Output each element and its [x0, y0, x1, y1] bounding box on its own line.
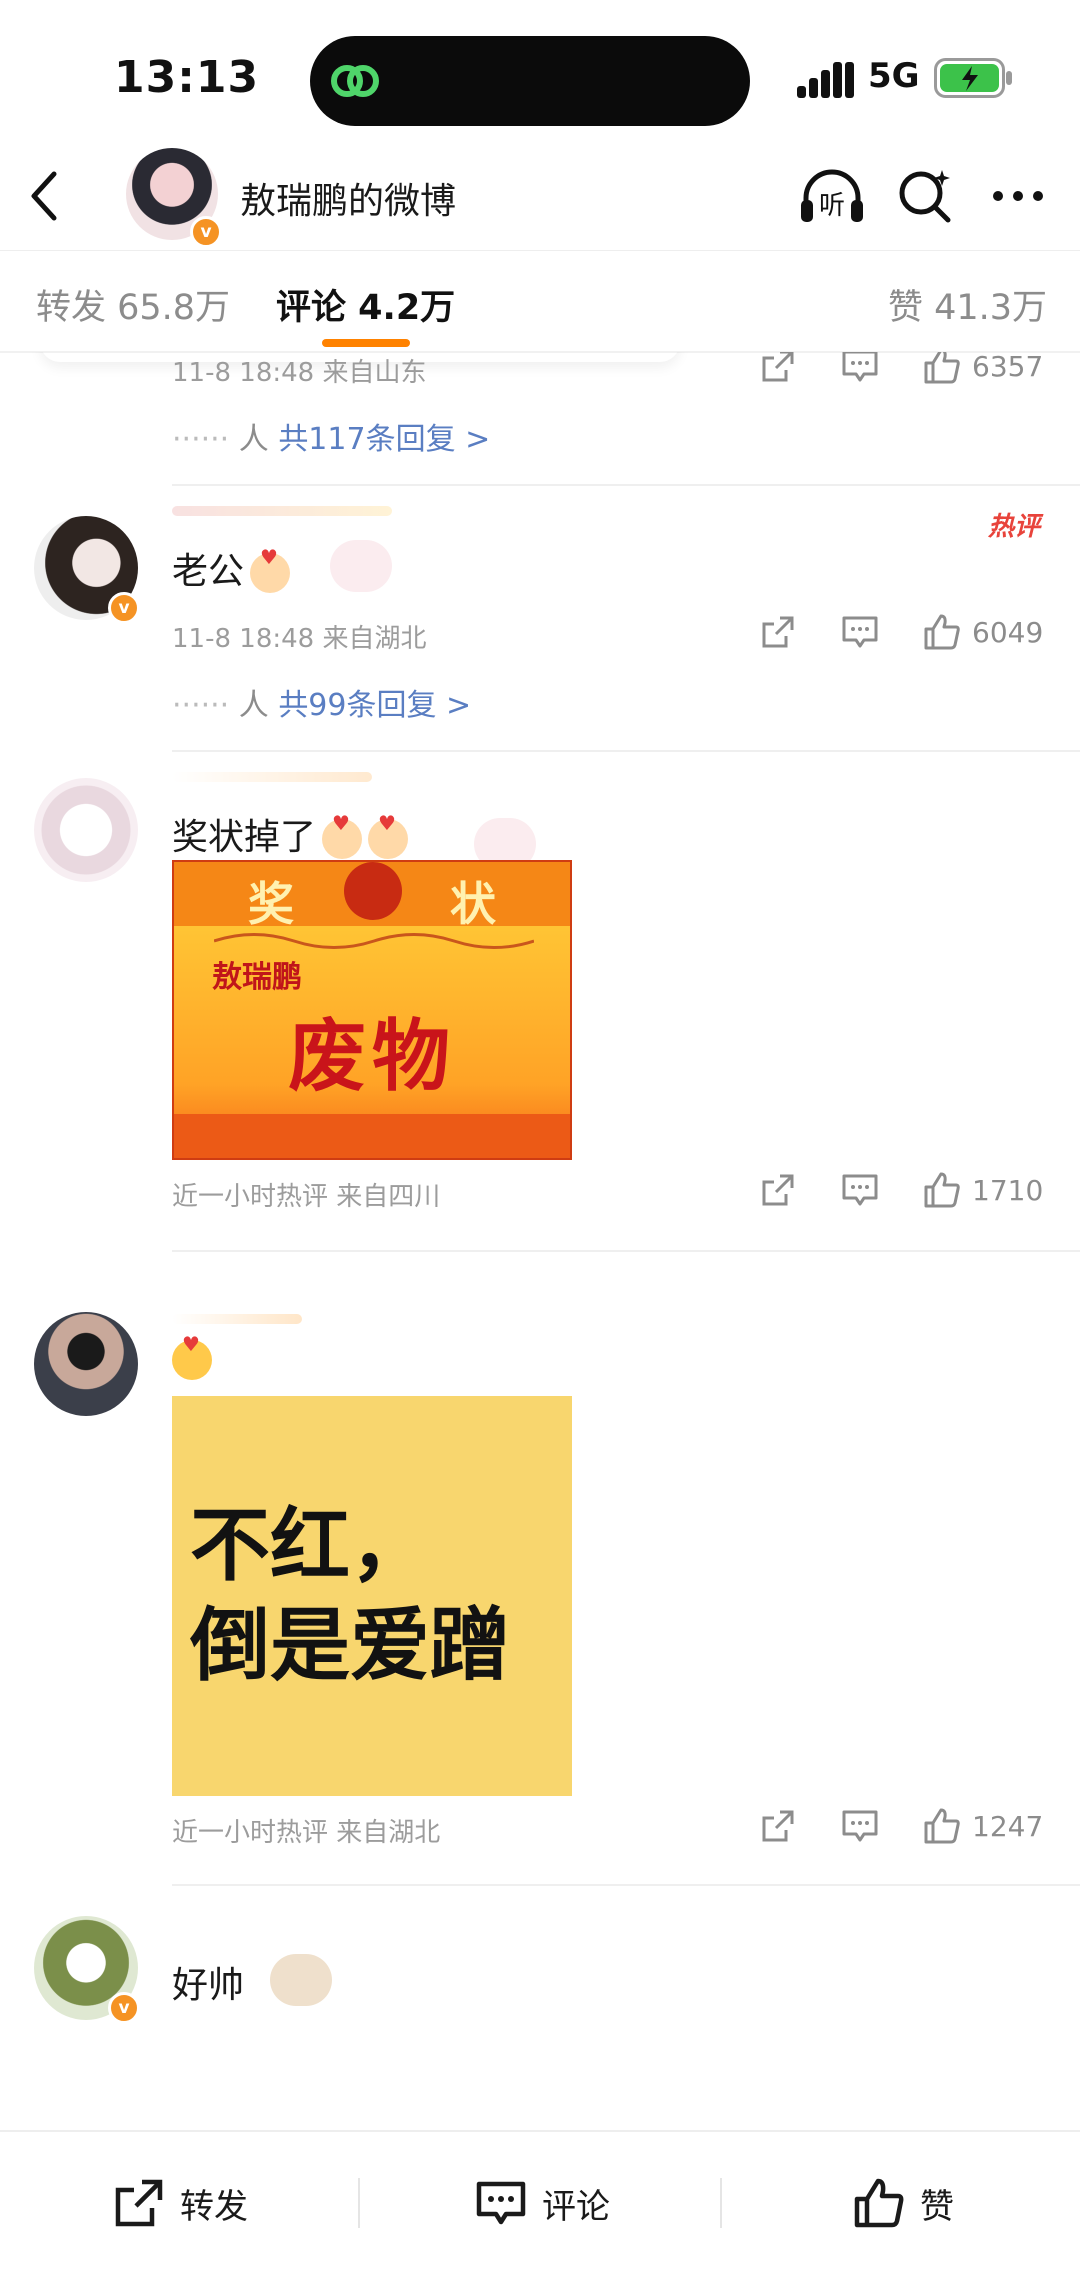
- sticker-icon: [330, 540, 392, 592]
- finger-heart-emoji-icon: ♥: [322, 811, 363, 859]
- comment-image-certificate[interactable]: 奖 状 敖瑞鹏 废物: [172, 860, 572, 1160]
- meme-line-1: 不红，: [190, 1499, 430, 1592]
- like-icon[interactable]: [922, 612, 962, 652]
- like-count: 6357: [972, 352, 1044, 383]
- comment-actions: 6357: [716, 352, 1046, 386]
- reply-summary[interactable]: ······ 人 共99条回复 >: [172, 680, 471, 724]
- comment-icon[interactable]: [840, 612, 880, 652]
- like-count: 1247: [972, 1809, 1044, 1843]
- battery-icon: [934, 58, 1012, 98]
- commenter-avatar[interactable]: [34, 778, 138, 882]
- back-icon[interactable]: [26, 168, 62, 224]
- commenter-avatar[interactable]: [34, 1312, 138, 1416]
- nav-bar: v 敖瑞鹏的微博 听: [0, 140, 1080, 250]
- comment-text: ♥: [172, 1332, 212, 1380]
- comment-list: 11-8 18:48 来自山东 6357 ······ 人 共117条回复 > …: [0, 352, 1080, 2130]
- network-label: 5G: [868, 56, 920, 96]
- like-button[interactable]: 赞: [852, 2176, 954, 2230]
- search-icon[interactable]: [896, 166, 954, 224]
- like-count: 1710: [972, 1173, 1044, 1207]
- share-icon[interactable]: [758, 1170, 798, 1210]
- comment-meta: 近一小时热评 来自湖北: [172, 1818, 441, 1848]
- repost-button[interactable]: 转发: [112, 2176, 248, 2230]
- comment-actions: 1247: [716, 1806, 1046, 1846]
- certificate-big-text: 废物: [287, 1012, 456, 1102]
- comment-icon: [476, 2181, 526, 2225]
- comment-label: 评论: [542, 2186, 610, 2227]
- verified-badge-icon: v: [108, 592, 140, 624]
- share-icon[interactable]: [758, 352, 798, 386]
- divider: [172, 750, 1080, 752]
- bottom-action-bar: 转发 评论 赞: [0, 2130, 1080, 2278]
- like-count: 6049: [972, 615, 1044, 649]
- page-title: 敖瑞鹏的微博: [240, 181, 457, 222]
- reply-summary[interactable]: ······ 人 共117条回复 >: [172, 414, 490, 458]
- like-icon[interactable]: [922, 1170, 962, 1210]
- tab-like[interactable]: 赞 41.3万: [888, 279, 1047, 330]
- verified-badge-icon: v: [190, 216, 222, 248]
- comment-text: 好帅: [172, 1965, 245, 2006]
- comment-icon[interactable]: [840, 1806, 880, 1846]
- tab-bar: 转发 65.8万 评论 4.2万 赞 41.3万: [0, 250, 1080, 353]
- comment-meta: 11-8 18:48 来自湖北: [172, 624, 427, 654]
- username-blurred[interactable]: [172, 1314, 302, 1324]
- comment-button[interactable]: 评论: [474, 2176, 610, 2230]
- divider: [358, 2178, 360, 2228]
- link-icon: [331, 65, 379, 97]
- tab-repost[interactable]: 转发 65.8万: [36, 279, 230, 330]
- signal-icon: [797, 62, 854, 98]
- like-icon[interactable]: [922, 352, 962, 386]
- reply-link[interactable]: 共117条回复 >: [278, 422, 490, 457]
- verified-badge-icon: v: [108, 1992, 140, 2024]
- svg-text:听: 听: [819, 191, 845, 221]
- comment-actions: 6049: [716, 612, 1046, 652]
- username-blurred[interactable]: [172, 506, 392, 516]
- divider: [172, 1884, 1080, 1886]
- repost-icon: [115, 2179, 163, 2227]
- status-bar: 13:13 5G: [0, 0, 1080, 140]
- username-blurred[interactable]: [172, 772, 372, 782]
- certificate-title: 奖 状: [247, 877, 566, 931]
- comment-actions: 1710: [716, 1170, 1046, 1210]
- comment-image-meme[interactable]: 不红， 倒是爱蹭: [172, 1396, 572, 1796]
- meme-line-2: 倒是爱蹭: [190, 1599, 510, 1692]
- certificate-name: 敖瑞鹏: [212, 960, 302, 995]
- more-icon[interactable]: [990, 178, 1046, 214]
- like-label: 赞: [920, 2186, 954, 2227]
- comment-icon[interactable]: [840, 1170, 880, 1210]
- comment-meta: 近一小时热评 来自四川: [172, 1182, 441, 1212]
- share-icon[interactable]: [758, 1806, 798, 1846]
- finger-heart-emoji-icon: ♥: [368, 811, 409, 859]
- comment-text: 奖状掉了 ♥ ♥: [172, 808, 409, 860]
- comment-icon[interactable]: [840, 352, 880, 386]
- comment-meta: 11-8 18:48 来自山东: [172, 358, 427, 388]
- ornament-icon: [214, 933, 534, 949]
- finger-heart-emoji-icon: ♥: [250, 545, 291, 593]
- hot-comment-badge: 热评: [987, 512, 1040, 542]
- kiss-emoji-icon: ♥: [172, 1332, 212, 1380]
- like-icon: [854, 2178, 904, 2228]
- divider: [172, 484, 1080, 486]
- repost-label: 转发: [180, 2186, 248, 2227]
- divider: [720, 2178, 722, 2228]
- like-icon[interactable]: [922, 1806, 962, 1846]
- listen-icon[interactable]: 听: [798, 164, 866, 228]
- sticker-icon: [270, 1954, 332, 2006]
- reply-link[interactable]: 共99条回复 >: [278, 688, 471, 723]
- status-time: 13:13: [114, 52, 260, 103]
- tab-comment[interactable]: 评论 4.2万: [276, 279, 455, 330]
- comment-text: 老公 ♥: [172, 542, 291, 594]
- divider: [172, 1250, 1080, 1252]
- share-icon[interactable]: [758, 612, 798, 652]
- active-tab-indicator: [322, 339, 410, 347]
